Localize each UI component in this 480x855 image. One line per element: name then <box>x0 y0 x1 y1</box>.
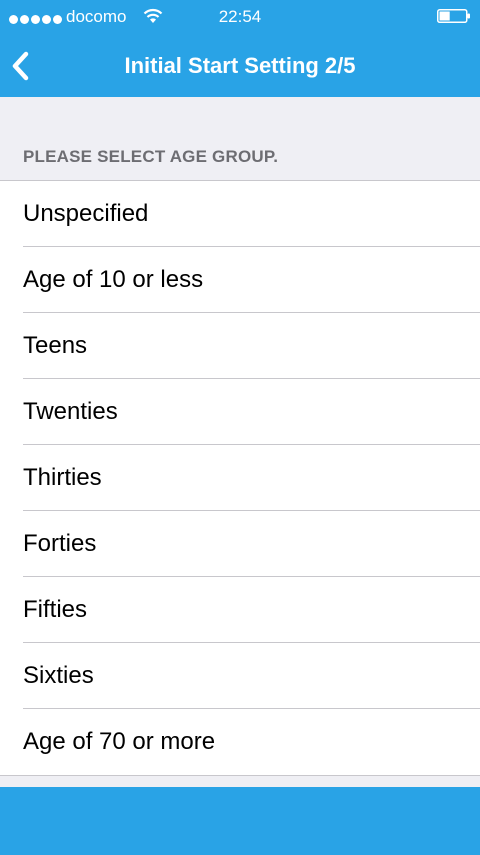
list-item-label: Age of 70 or more <box>23 728 216 755</box>
age-group-list: Unspecified Age of 10 or less Teens Twentie… <box>0 180 480 776</box>
list-item[interactable]: Forties <box>0 511 480 577</box>
status-bar: docomo 22:54 <box>0 0 480 36</box>
navigation-bar: Initial Start Setting 2/5 <box>0 36 480 97</box>
list-item-label: Sixties <box>23 662 94 689</box>
section-header: PLEASE SELECT AGE GROUP. <box>23 147 279 166</box>
battery-icon <box>437 9 470 23</box>
list-item[interactable]: Teens <box>0 313 480 379</box>
bottom-bar <box>0 787 480 855</box>
list-item-label: Twenties <box>23 398 118 425</box>
list-item-label: Unspecified <box>23 200 149 227</box>
list-item[interactable]: Age of 70 or more <box>0 709 480 775</box>
list-item-label: Age of 10 or less <box>23 266 204 293</box>
list-item-label: Fifties <box>23 596 88 623</box>
list-item[interactable]: Age of 10 or less <box>0 247 480 313</box>
list-item[interactable]: Unspecified <box>0 181 480 247</box>
list-item[interactable]: Twenties <box>0 379 480 445</box>
list-item[interactable]: Fifties <box>0 577 480 643</box>
status-time: 22:54 <box>218 7 262 26</box>
page-title: Initial Start Setting 2/5 <box>124 53 356 78</box>
list-item-label: Forties <box>23 530 97 557</box>
list-item[interactable]: Sixties <box>0 643 480 709</box>
list-item-label: Teens <box>23 332 88 359</box>
list-item-label: Thirties <box>23 464 102 491</box>
top-bar: docomo 22:54 Initial Start Setting 2/5 <box>0 0 480 97</box>
list-item[interactable]: Thirties <box>0 445 480 511</box>
